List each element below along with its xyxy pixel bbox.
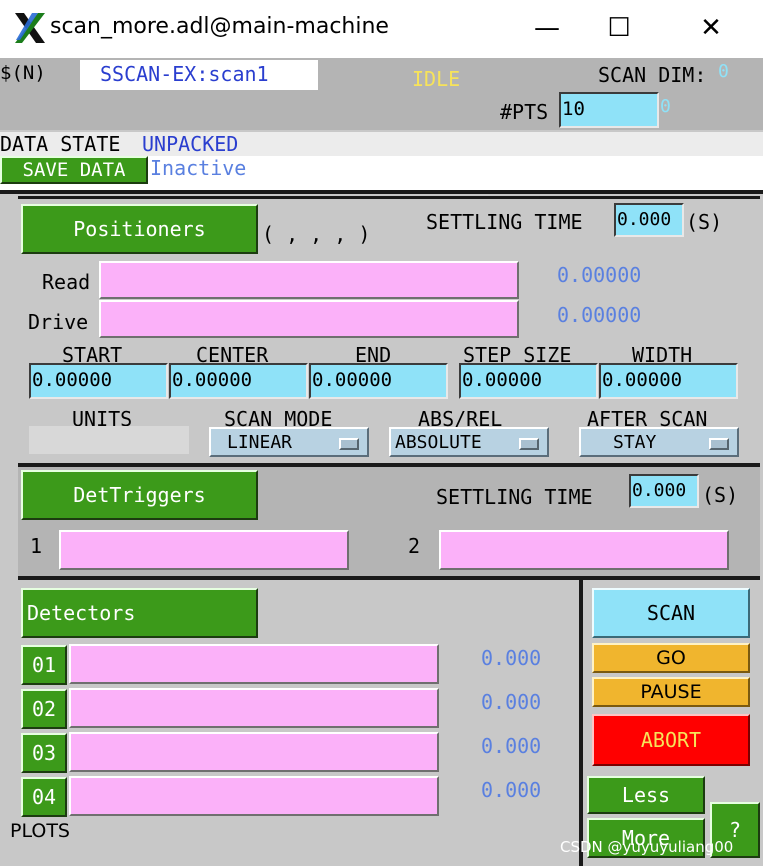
end-input[interactable]: 0.00000 (309, 363, 448, 399)
pts-label: #PTS (500, 100, 549, 124)
window-titlebar: scan_more.adl@main-machine — ☐ ✕ (0, 0, 763, 58)
detector-02-button[interactable]: 02 (21, 689, 67, 729)
detector-01-value: 0.000 (481, 646, 542, 670)
detector-04-value: 0.000 (481, 778, 542, 802)
trigger-2-field[interactable] (439, 530, 729, 570)
detector-04-field[interactable] (69, 776, 439, 816)
detectors-top-border (18, 576, 760, 580)
pts-input[interactable]: 10 (559, 92, 659, 128)
positioners-top-border (18, 196, 760, 199)
det-triggers-button[interactable]: DetTriggers (21, 470, 258, 520)
units-display (29, 426, 189, 454)
scan-mode-menu[interactable]: LINEAR (209, 427, 369, 457)
detector-01-button[interactable]: 01 (21, 645, 67, 685)
menu-indicator-icon (709, 438, 729, 450)
trig-settling-label: SETTLING TIME (436, 485, 593, 509)
read-label: Read (42, 270, 91, 294)
detector-02-field[interactable] (69, 688, 439, 728)
positioners-button[interactable]: Positioners (21, 204, 258, 254)
record-name: SSCAN-EX:scan1 (100, 62, 269, 86)
data-state-label: DATA STATE (0, 132, 121, 156)
detector-01-field[interactable] (69, 644, 439, 684)
pos-settling-label: SETTLING TIME (426, 210, 583, 234)
trig-settling-input[interactable]: 0.000 (629, 474, 699, 508)
go-button[interactable]: GO (592, 643, 750, 673)
pos-settling-unit: (S) (686, 210, 723, 234)
detector-03-button[interactable]: 03 (21, 733, 67, 773)
menu-indicator-icon (519, 438, 539, 450)
data-state-value: UNPACKED (142, 132, 239, 156)
detector-03-value: 0.000 (481, 734, 542, 758)
positioner-list: ( , , , ) (262, 222, 371, 246)
read-value: 0.00000 (557, 263, 642, 287)
x-app-icon (15, 13, 45, 43)
after-scan-value: STAY (613, 431, 657, 453)
minimize-button[interactable]: — (524, 6, 570, 50)
detector-04-button[interactable]: 04 (21, 777, 67, 817)
maximize-button[interactable]: ☐ (596, 6, 642, 50)
detectors-button[interactable]: Detectors (21, 588, 258, 638)
abs-rel-value: ABSOLUTE (395, 431, 482, 453)
scan-dim-label: SCAN DIM: (598, 63, 707, 87)
after-scan-menu[interactable]: STAY (579, 427, 739, 457)
detector-02-value: 0.000 (481, 690, 542, 714)
trigger-1-label: 1 (30, 534, 43, 558)
n-label: $(N) (0, 62, 46, 84)
step-size-input[interactable]: 0.00000 (459, 363, 598, 399)
divider (0, 190, 763, 194)
scan-dim-value: 0 (718, 61, 729, 82)
center-input[interactable]: 0.00000 (169, 363, 308, 399)
controls-divider (579, 580, 583, 866)
drive-label: Drive (28, 310, 89, 334)
drive-pv-field[interactable] (99, 300, 519, 338)
read-pv-field[interactable] (99, 261, 519, 299)
save-data-status: Inactive (150, 156, 247, 180)
menu-indicator-icon (339, 438, 359, 450)
window-title: scan_more.adl@main-machine (50, 14, 389, 39)
scan-mode-value: LINEAR (227, 431, 293, 453)
pos-settling-input[interactable]: 0.000 (614, 203, 684, 237)
watermark: CSDN @yuyuyuliang00 (560, 838, 734, 856)
start-input[interactable]: 0.00000 (29, 363, 168, 399)
detector-03-field[interactable] (69, 732, 439, 772)
drive-value: 0.00000 (557, 303, 642, 327)
plots-label: PLOTS (10, 820, 70, 842)
scan-button[interactable]: SCAN (592, 588, 750, 638)
width-input[interactable]: 0.00000 (599, 363, 738, 399)
scan-state: IDLE (412, 67, 461, 91)
pause-button[interactable]: PAUSE (592, 677, 750, 707)
pts-readback: 0 (660, 96, 671, 117)
close-button[interactable]: ✕ (688, 6, 734, 50)
trigger-2-label: 2 (408, 534, 421, 558)
save-data-button[interactable]: SAVE DATA (0, 156, 148, 184)
abort-button[interactable]: ABORT (592, 714, 750, 766)
medm-screen: $(N) SSCAN-EX:scan1 IDLE SCAN DIM: 0 #PT… (0, 58, 763, 866)
abs-rel-menu[interactable]: ABSOLUTE (389, 427, 549, 457)
trig-settling-unit: (S) (702, 483, 739, 507)
trigger-1-field[interactable] (59, 530, 349, 570)
less-button[interactable]: Less (587, 776, 705, 814)
